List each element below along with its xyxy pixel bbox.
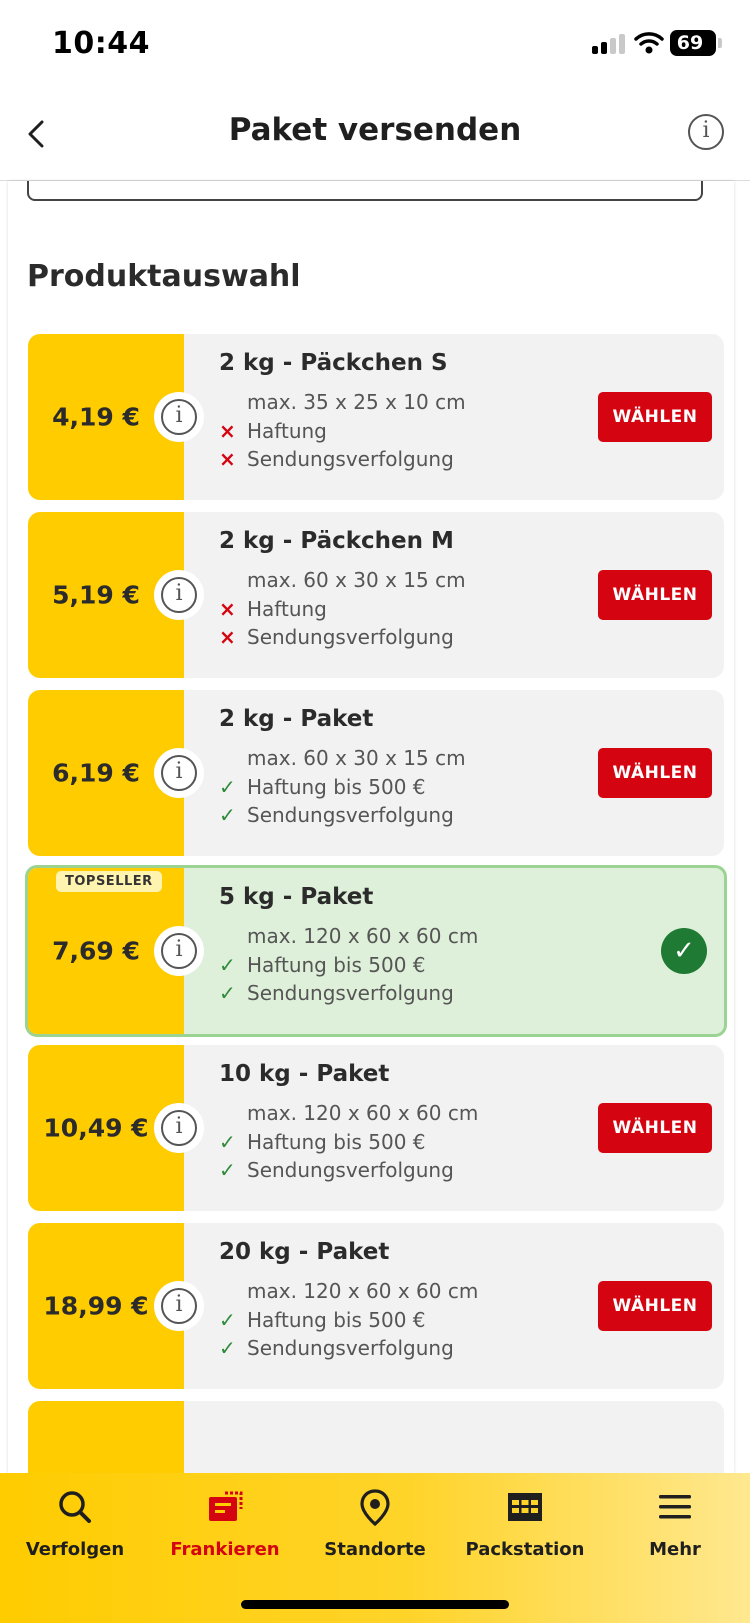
- battery-icon: 69: [670, 30, 722, 56]
- choose-button[interactable]: WÄHLEN: [598, 570, 712, 620]
- info-icon[interactable]: [688, 114, 724, 150]
- choose-button[interactable]: WÄHLEN: [598, 748, 712, 798]
- liability-feature: Haftung: [247, 419, 327, 443]
- tab-packstation[interactable]: Packstation: [450, 1473, 600, 1583]
- page-title: Paket versenden: [228, 112, 522, 148]
- choose-button[interactable]: WÄHLEN: [598, 1281, 712, 1331]
- tab-label: Verfolgen: [25, 1539, 125, 1560]
- status-bar: 10:44 69: [0, 0, 750, 90]
- liability-feature: Haftung bis 500 €: [247, 1308, 426, 1332]
- info-icon[interactable]: i: [154, 1103, 204, 1153]
- tab-label: Mehr: [649, 1539, 701, 1560]
- cross-icon: ×: [219, 625, 236, 649]
- info-icon[interactable]: i: [154, 392, 204, 442]
- topseller-badge: TOPSELLER: [56, 871, 162, 892]
- product-name: 5 kg - Paket: [219, 884, 374, 910]
- cross-icon: ×: [219, 419, 236, 443]
- product-price: 4,19 €: [52, 402, 140, 432]
- product-dimensions: max. 120 x 60 x 60 cm: [247, 924, 479, 948]
- info-icon[interactable]: i: [154, 926, 204, 976]
- location-pin-icon: [360, 1489, 390, 1527]
- tracking-feature: Sendungsverfolgung: [247, 625, 454, 649]
- product-name: 2 kg - Päckchen M: [219, 528, 454, 554]
- product-name: 2 kg - Paket: [219, 706, 374, 732]
- tab-frankieren[interactable]: Frankieren: [150, 1473, 300, 1583]
- product-name: 20 kg - Paket: [219, 1239, 390, 1265]
- check-icon: ✓: [219, 1130, 236, 1154]
- liability-feature: Haftung bis 500 €: [247, 775, 426, 799]
- tab-standorte[interactable]: Standorte: [300, 1473, 450, 1583]
- content-panel: Produktauswahl 4,19 € i 2 kg - Päckchen …: [8, 181, 734, 1473]
- tracking-feature: Sendungsverfolgung: [247, 803, 454, 827]
- check-icon: ✓: [219, 1336, 236, 1360]
- cross-icon: ×: [219, 597, 236, 621]
- product-card[interactable]: 5,19 € i 2 kg - Päckchen M max. 60 x 30 …: [28, 512, 724, 678]
- product-price: 5,19 €: [52, 580, 140, 610]
- choose-button[interactable]: WÄHLEN: [598, 1103, 712, 1153]
- search-icon: [59, 1491, 91, 1523]
- product-card[interactable]: 6,19 € i 2 kg - Paket max. 60 x 30 x 15 …: [28, 690, 724, 856]
- info-icon[interactable]: i: [154, 748, 204, 798]
- product-card[interactable]: 10,49 € i 10 kg - Paket max. 120 x 60 x …: [28, 1045, 724, 1211]
- selected-check-icon[interactable]: ✓: [661, 928, 707, 974]
- check-icon: ✓: [219, 775, 236, 799]
- check-icon: ✓: [219, 1158, 236, 1182]
- product-card-partial[interactable]: [28, 1401, 724, 1473]
- tracking-feature: Sendungsverfolgung: [247, 447, 454, 471]
- battery-level: 69: [676, 32, 704, 54]
- tracking-feature: Sendungsverfolgung: [247, 1336, 454, 1360]
- product-card[interactable]: 18,99 € i 20 kg - Paket max. 120 x 60 x …: [28, 1223, 724, 1389]
- price-pane: [28, 1401, 184, 1473]
- wifi-icon: [634, 32, 664, 54]
- product-name: 10 kg - Paket: [219, 1061, 390, 1087]
- product-name: 2 kg - Päckchen S: [219, 350, 448, 376]
- previous-input-box[interactable]: [27, 181, 703, 201]
- tab-verfolgen[interactable]: Verfolgen: [0, 1473, 150, 1583]
- product-dimensions: max. 35 x 25 x 10 cm: [247, 390, 466, 414]
- tab-label: Frankieren: [170, 1539, 280, 1560]
- tracking-feature: Sendungsverfolgung: [247, 981, 454, 1005]
- check-icon: ✓: [219, 1308, 236, 1332]
- tracking-feature: Sendungsverfolgung: [247, 1158, 454, 1182]
- product-card-selected[interactable]: TOPSELLER 7,69 € i 5 kg - Paket max. 120…: [25, 865, 727, 1037]
- product-dimensions: max. 120 x 60 x 60 cm: [247, 1279, 479, 1303]
- packstation-icon: [508, 1493, 542, 1521]
- product-price: 18,99 €: [43, 1291, 149, 1321]
- check-icon: ✓: [219, 953, 236, 977]
- info-icon[interactable]: i: [154, 570, 204, 620]
- tab-label: Packstation: [465, 1539, 585, 1560]
- check-icon: ✓: [219, 981, 236, 1005]
- choose-button[interactable]: WÄHLEN: [598, 392, 712, 442]
- product-card[interactable]: 4,19 € i 2 kg - Päckchen S max. 35 x 25 …: [28, 334, 724, 500]
- product-dimensions: max. 60 x 30 x 15 cm: [247, 568, 466, 592]
- menu-icon: [659, 1495, 691, 1519]
- tab-mehr[interactable]: Mehr: [600, 1473, 750, 1583]
- product-price: 6,19 €: [52, 758, 140, 788]
- section-title: Produktauswahl: [27, 259, 301, 294]
- stamp-icon: [209, 1491, 243, 1521]
- cross-icon: ×: [219, 447, 236, 471]
- tab-label: Standorte: [324, 1539, 426, 1560]
- status-time: 10:44: [52, 26, 150, 61]
- product-dimensions: max. 120 x 60 x 60 cm: [247, 1101, 479, 1125]
- product-price: 7,69 €: [52, 936, 140, 966]
- navigation-bar: Paket versenden: [0, 90, 750, 181]
- home-indicator[interactable]: [241, 1600, 509, 1609]
- product-price: 10,49 €: [43, 1113, 149, 1143]
- product-dimensions: max. 60 x 30 x 15 cm: [247, 746, 466, 770]
- info-icon[interactable]: i: [154, 1281, 204, 1331]
- liability-feature: Haftung bis 500 €: [247, 1130, 426, 1154]
- cellular-signal-icon: [592, 34, 626, 54]
- liability-feature: Haftung bis 500 €: [247, 953, 426, 977]
- check-icon: ✓: [219, 803, 236, 827]
- liability-feature: Haftung: [247, 597, 327, 621]
